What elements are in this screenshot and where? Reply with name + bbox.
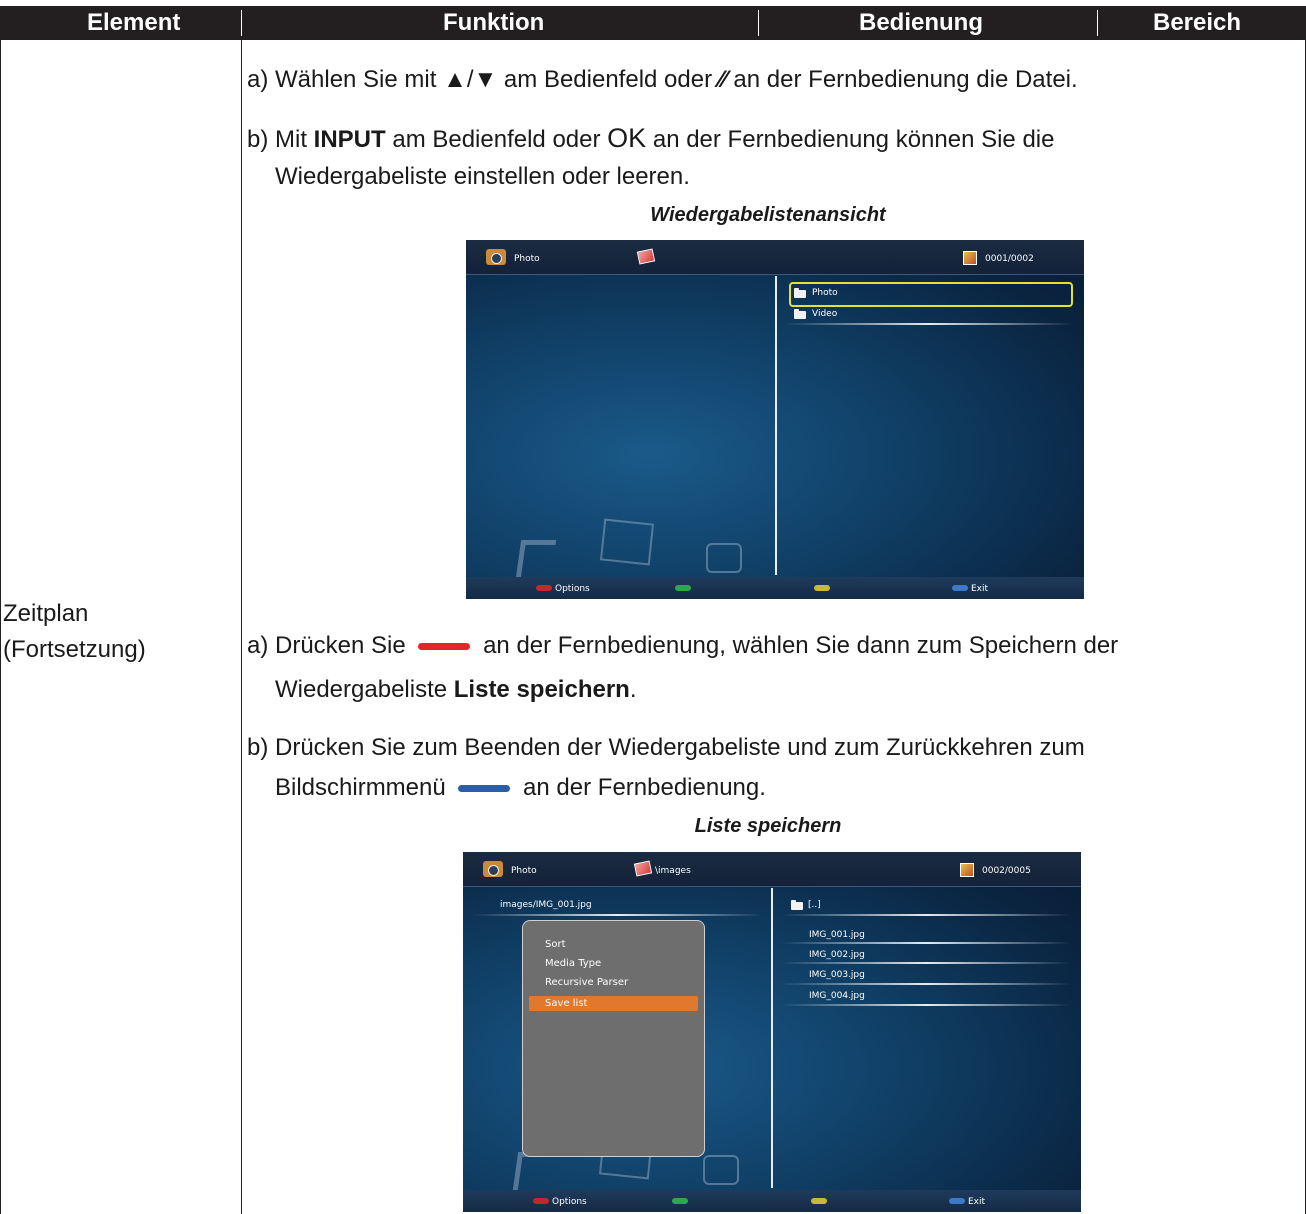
- yellow-key-icon: [811, 1198, 827, 1204]
- camera-deco-icon: [703, 1155, 739, 1185]
- film-strip-icon: [599, 518, 655, 566]
- current-file-path: images/IMG_001.jpg: [500, 900, 592, 910]
- options-label: Options: [552, 1197, 587, 1207]
- element-name: Zeitplan: [3, 600, 89, 627]
- ok-button-label: OK: [607, 123, 647, 153]
- green-key-icon: [675, 585, 691, 591]
- file-item[interactable]: IMG_001.jpg: [809, 930, 865, 940]
- header-funktion: Funktion: [443, 9, 545, 36]
- table-border-left: [0, 40, 1, 1214]
- caption-playlist-view: Wiedergabelistenansicht: [650, 204, 886, 226]
- manual-page: Element Funktion Bedienung Bereich Zeitp…: [0, 0, 1306, 1214]
- playlist-view-screenshot: Photo 0001/0002 Photo Video Options Exit: [466, 240, 1084, 599]
- options-label: Options: [555, 584, 590, 594]
- header-divider: [1097, 10, 1098, 36]
- list-separator: [781, 1004, 1071, 1006]
- header-divider: [758, 10, 759, 36]
- camera-icon: [486, 249, 506, 265]
- file-item[interactable]: IMG_004.jpg: [809, 991, 865, 1001]
- table-column-divider: [241, 40, 242, 1214]
- blue-button-icon: [458, 785, 511, 793]
- menu-item-save-list[interactable]: Save list: [529, 996, 698, 1011]
- remote-nav-icon: ⁄⁄: [718, 66, 727, 93]
- element-cell: Zeitplan (Fortsetzung): [3, 596, 146, 668]
- blue-key-icon: [952, 585, 968, 591]
- list-separator: [473, 914, 763, 916]
- parent-folder-icon: [791, 900, 803, 910]
- list-separator: [784, 323, 1074, 325]
- instruction-exit-playlist-cont: Bildschirmmenü an der Fernbedienung.: [275, 774, 766, 801]
- menu-item-sort[interactable]: Sort: [545, 939, 566, 950]
- exit-label: Exit: [971, 584, 989, 594]
- file-item[interactable]: IMG_002.jpg: [809, 950, 865, 960]
- up-down-arrows-icon: ▲/▼: [443, 66, 498, 93]
- caption-save-list: Liste speichern: [694, 815, 842, 837]
- source-label: Photo: [514, 254, 540, 264]
- folder-icon: [794, 288, 806, 298]
- instruction-select-file: a) Wählen Sie mit ▲/▼ am Bedienfeld oder…: [247, 66, 1078, 93]
- yellow-key-icon: [814, 585, 830, 591]
- counter-icon: [963, 251, 977, 265]
- instruction-set-playlist: b) Mit INPUT am Bedienfeld oder OK an de…: [247, 123, 1055, 153]
- header-bedienung: Bedienung: [859, 9, 983, 36]
- instruction-save-list-cont: Wiedergabeliste Liste speichern.: [275, 676, 637, 703]
- element-note: (Fortsetzung): [3, 636, 146, 663]
- instruction-set-playlist-cont: Wiedergabeliste einstellen oder leeren.: [275, 163, 690, 190]
- options-menu: Sort Media Type Recursive Parser Save li…: [522, 920, 705, 1157]
- file-item-parent[interactable]: [..]: [808, 900, 821, 910]
- counter-icon: [960, 863, 974, 877]
- menu-item-recursive-parser[interactable]: Recursive Parser: [545, 977, 628, 988]
- current-path: \images: [655, 866, 691, 876]
- source-label: Photo: [511, 866, 537, 876]
- folder-item-video[interactable]: Video: [812, 309, 837, 319]
- red-key-icon: [533, 1198, 549, 1204]
- table-header: Element Funktion Bedienung Bereich: [0, 6, 1306, 40]
- folder-icon: [794, 309, 806, 319]
- camera-icon: [483, 861, 503, 877]
- pane-divider: [775, 276, 777, 575]
- green-key-icon: [672, 1198, 688, 1204]
- red-button-icon: [418, 643, 471, 651]
- menu-item-media-type[interactable]: Media Type: [545, 958, 601, 969]
- instruction-save-list: a) Drücken Sie an der Fernbedienung, wäh…: [247, 632, 1119, 659]
- page-counter: 0001/0002: [985, 254, 1034, 264]
- header-bereich: Bereich: [1153, 9, 1242, 36]
- instruction-exit-playlist: b) Drücken Sie zum Beenden der Wiedergab…: [247, 734, 1085, 761]
- page-counter: 0002/0005: [982, 866, 1031, 876]
- folder-item-photo[interactable]: Photo: [812, 288, 838, 298]
- header-divider: [241, 10, 242, 36]
- file-item[interactable]: IMG_003.jpg: [809, 970, 865, 980]
- list-separator: [781, 983, 1071, 985]
- exit-label: Exit: [968, 1197, 986, 1207]
- list-separator: [781, 962, 1071, 964]
- list-separator: [781, 942, 1071, 944]
- camera-deco-icon: [706, 543, 742, 573]
- pane-divider: [771, 888, 773, 1188]
- red-key-icon: [536, 585, 552, 591]
- blue-key-icon: [949, 1198, 965, 1204]
- header-element: Element: [87, 9, 181, 36]
- save-list-screenshot: Photo \images 0002/0005 images/IMG_001.j…: [463, 852, 1081, 1212]
- list-separator: [781, 914, 1071, 916]
